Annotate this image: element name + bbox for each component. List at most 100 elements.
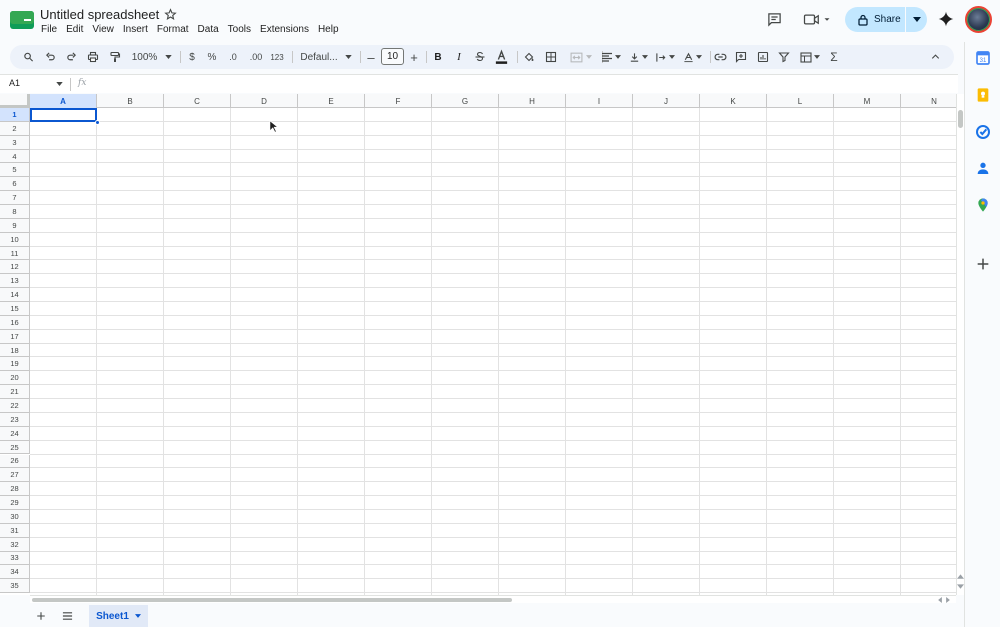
print-icon[interactable] [87,45,99,69]
column-header-b[interactable]: B [97,94,164,108]
text-wrap-button[interactable] [653,45,677,69]
column-header-e[interactable]: E [298,94,365,108]
fill-color-icon[interactable] [523,45,535,69]
decrease-decimal-button[interactable]: .0 [226,45,240,69]
share-button[interactable]: Share [845,7,927,32]
menu-edit[interactable]: Edit [66,24,83,35]
active-cell[interactable] [30,108,97,122]
scroll-left-arrow-icon[interactable] [938,597,942,603]
row-header-34[interactable]: 34 [0,565,30,580]
row-header-31[interactable]: 31 [0,523,30,538]
menu-tools[interactable]: Tools [228,24,251,35]
row-header-21[interactable]: 21 [0,385,30,400]
caret-down-icon[interactable] [56,82,63,86]
spreadsheet-grid[interactable]: A B C D E F G H I J K L M N 1 2 3 4 5 6 7 8 9 10 11 12 13 14 15 16 17 1… [0,94,958,595]
currency-format-button[interactable]: $ [186,45,198,69]
column-header-l[interactable]: L [767,94,834,108]
fill-handle[interactable] [95,120,100,125]
row-header-15[interactable]: 15 [0,302,30,316]
scroll-down-arrow-icon[interactable] [957,584,964,589]
meet-video-icon[interactable] [803,12,831,27]
vertical-align-button[interactable] [626,45,650,69]
horizontal-align-button[interactable] [599,45,623,69]
row-header-23[interactable]: 23 [0,412,30,427]
horizontal-scrollbar[interactable] [30,595,956,603]
column-header-f[interactable]: F [365,94,432,108]
menu-help[interactable]: Help [318,24,339,35]
collapse-toolbar-icon[interactable] [930,45,941,69]
increase-decimal-button[interactable]: .00 [249,45,263,69]
strikethrough-icon[interactable] [474,45,486,69]
font-family-select[interactable]: Defaul... [300,45,352,69]
row-header-20[interactable]: 20 [0,371,30,386]
add-addon-icon[interactable] [975,256,991,272]
menu-file[interactable]: File [41,24,57,35]
functions-button[interactable]: Σ [828,45,840,69]
sheet-tab-sheet1[interactable]: Sheet1 [89,605,148,627]
sheets-logo-icon[interactable] [10,11,34,29]
row-header-14[interactable]: 14 [0,288,30,303]
row-header-10[interactable]: 10 [0,232,30,247]
row-header-4[interactable]: 4 [0,149,30,164]
insert-chart-icon[interactable] [757,45,769,69]
vertical-scrollbar[interactable] [956,94,964,595]
share-main-button[interactable]: Share [845,7,905,32]
column-header-a[interactable]: A [30,94,97,108]
menu-data[interactable]: Data [198,24,219,35]
row-header-6[interactable]: 6 [0,177,30,192]
row-header-35[interactable]: 35 [0,579,30,594]
caret-down-icon[interactable] [134,614,141,618]
calendar-icon[interactable]: 31 [975,50,991,66]
row-header-29[interactable]: 29 [0,496,30,510]
row-header-8[interactable]: 8 [0,205,30,219]
menu-extensions[interactable]: Extensions [260,24,309,35]
row-header-17[interactable]: 17 [0,329,30,344]
scroll-right-arrow-icon[interactable] [946,597,950,603]
share-dropdown[interactable] [906,17,927,22]
row-header-3[interactable]: 3 [0,135,30,150]
italic-button[interactable]: I [454,45,464,69]
undo-icon[interactable] [45,45,56,69]
star-icon[interactable] [164,8,177,21]
menu-format[interactable]: Format [157,24,189,35]
row-header-1[interactable]: 1 [0,108,30,122]
select-all-corner[interactable] [0,94,30,108]
insert-comment-icon[interactable] [735,45,747,69]
gemini-sparkle-icon[interactable] [938,11,954,27]
font-size-increase-button[interactable]: + [408,45,420,69]
account-avatar[interactable] [965,6,992,33]
column-header-g[interactable]: G [432,94,499,108]
row-header-30[interactable]: 30 [0,509,30,524]
column-header-n[interactable]: N [901,94,958,108]
horizontal-scroll-thumb[interactable] [32,598,512,602]
menu-view[interactable]: View [92,24,114,35]
document-title[interactable]: Untitled spreadsheet [40,7,159,22]
column-header-h[interactable]: H [499,94,566,108]
row-header-19[interactable]: 19 [0,357,30,372]
comment-icon[interactable] [767,12,782,27]
row-header-28[interactable]: 28 [0,482,30,497]
row-header-18[interactable]: 18 [0,343,30,358]
row-header-16[interactable]: 16 [0,315,30,330]
merge-cells-button[interactable] [567,45,595,69]
column-header-k[interactable]: K [700,94,767,108]
borders-icon[interactable] [545,45,557,69]
column-header-m[interactable]: M [834,94,901,108]
row-header-12[interactable]: 12 [0,260,30,275]
text-color-icon[interactable] [494,45,509,69]
font-size-input[interactable]: 10 [381,48,404,65]
filter-views-button[interactable] [797,45,823,69]
search-icon[interactable] [23,45,34,69]
keep-notes-icon[interactable] [975,87,991,103]
menu-insert[interactable]: Insert [123,24,148,35]
add-sheet-icon[interactable] [36,611,46,621]
row-header-9[interactable]: 9 [0,218,30,233]
font-size-decrease-button[interactable]: – [365,45,377,69]
paint-format-icon[interactable] [109,45,121,69]
row-header-13[interactable]: 13 [0,274,30,289]
scroll-up-arrow-icon[interactable] [957,574,964,579]
all-sheets-menu-icon[interactable] [62,611,73,621]
tasks-icon[interactable] [975,124,991,140]
redo-icon[interactable] [66,45,77,69]
column-header-i[interactable]: I [566,94,633,108]
